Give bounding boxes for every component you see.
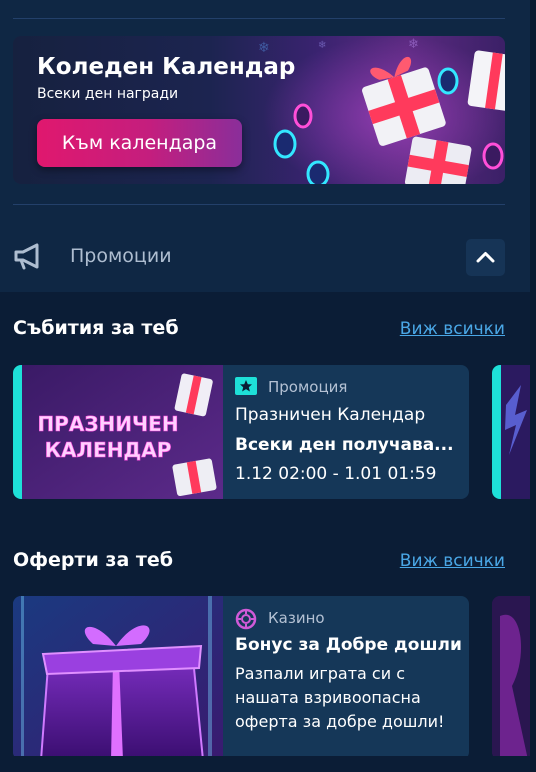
event-card-subtitle: Всеки ден получава...	[235, 435, 454, 455]
banner-title: Коледен Календар	[37, 54, 296, 80]
promotions-header[interactable]: Промоции	[13, 234, 505, 278]
offers-see-all-link[interactable]: Виж всички	[400, 551, 505, 571]
casino-chip-icon	[235, 608, 257, 630]
event-card-title: Празничен Календар	[235, 405, 426, 425]
next-event-card-peek[interactable]	[492, 365, 530, 499]
promotions-label: Промоции	[70, 245, 172, 267]
bottom-edge	[0, 756, 536, 772]
offers-section-title: Оферти за теб	[13, 549, 174, 571]
christmas-calendar-banner[interactable]: ❄ ❄ ❄ Коледен Календар Всеки ден награди…	[13, 36, 505, 184]
collapse-toggle-button[interactable]	[466, 239, 505, 276]
star-icon	[235, 377, 257, 395]
chevron-up-icon	[476, 252, 495, 263]
next-event-thumbnail	[501, 365, 530, 499]
gift-box-thumbnail	[13, 596, 223, 760]
svg-text:❄: ❄	[408, 37, 419, 52]
scrollbar[interactable]	[530, 0, 536, 772]
holiday-calendar-thumbnail: ПРАЗНИЧЕН КАЛЕНДАР	[22, 365, 223, 499]
offer-card-tag-label: Казино	[268, 609, 325, 627]
banner-subtitle: Всеки ден награди	[37, 86, 179, 102]
megaphone-icon	[14, 243, 39, 270]
events-see-all-link[interactable]: Виж всички	[400, 319, 505, 339]
offer-card-description: Разпали играта си с нашата взривоопасна …	[235, 664, 445, 731]
next-offer-card-peek[interactable]	[492, 596, 530, 760]
thumbnail-line2: КАЛЕНДАР	[45, 438, 172, 462]
events-section-title: Събития за теб	[13, 317, 179, 339]
next-offer-thumbnail	[492, 596, 530, 760]
banner-divider	[13, 204, 505, 205]
go-to-calendar-button[interactable]: Към календара	[37, 119, 242, 167]
event-card-dates: 1.12 02:00 - 1.01 01:59	[235, 464, 437, 484]
thumbnail-line1: ПРАЗНИЧЕН	[37, 412, 178, 436]
offer-card-title: Бонус за Добре дошли	[235, 635, 462, 655]
offer-card[interactable]: Казино Бонус за Добре дошли Разпали игра…	[13, 596, 469, 760]
event-card[interactable]: ПРАЗНИЧЕН КАЛЕНДАР Промоция Празничен Ка…	[13, 365, 469, 499]
top-divider	[13, 18, 505, 19]
svg-text:❄: ❄	[318, 40, 326, 51]
event-card-tag-label: Промоция	[268, 378, 348, 396]
